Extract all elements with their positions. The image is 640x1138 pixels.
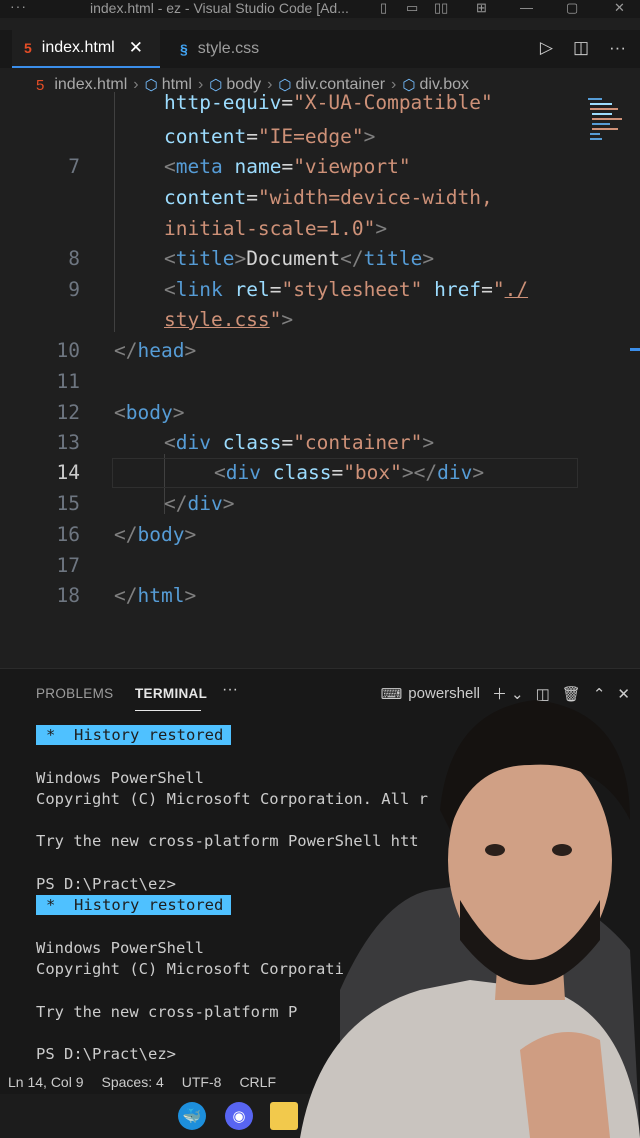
code-line: style.css">	[164, 308, 294, 331]
file-explorer-icon[interactable]	[270, 1102, 298, 1130]
code-line: initial-scale=1.0">	[164, 217, 388, 240]
code-line: content="IE=edge">	[164, 125, 376, 148]
window-title: index.html - ez - Visual Studio Code [Ad…	[90, 0, 349, 16]
split-editor-icon[interactable]: ◫	[573, 38, 589, 58]
eye-right	[552, 844, 572, 856]
css-icon: §	[180, 41, 188, 57]
history-badge: * History restored	[36, 725, 232, 745]
tab-terminal[interactable]: TERMINAL	[135, 686, 207, 701]
tab-label: index.html	[41, 39, 115, 56]
tab-index-html[interactable]: 5 index.html ✕	[12, 30, 160, 68]
split-layout-icon[interactable]: ▯▯	[434, 0, 448, 16]
history-badge: * History restored	[36, 895, 232, 916]
more-icon[interactable]: ···	[222, 681, 238, 699]
eol-setting[interactable]: CRLF	[239, 1074, 276, 1090]
code-line: 13 <div class="container">	[56, 431, 435, 454]
title-bar: ··· index.html - ez - Visual Studio Code…	[0, 0, 640, 18]
minimap[interactable]	[588, 98, 628, 148]
tab-style-css[interactable]: § style.css	[168, 30, 318, 68]
minimize-button[interactable]: —	[520, 0, 533, 16]
indentation-setting[interactable]: Spaces: 4	[102, 1074, 164, 1090]
code-line: 7 <meta name="viewport"	[68, 155, 411, 178]
toggle-panel-icon[interactable]: ▭	[406, 0, 418, 16]
html5-icon: 5	[24, 40, 32, 56]
code-line: 14 <div class="box"></div>	[56, 461, 485, 484]
more-actions-icon[interactable]: ···	[609, 38, 626, 58]
scroll-position-marker	[630, 348, 640, 351]
run-icon[interactable]: ▷	[540, 38, 553, 58]
encoding-setting[interactable]: UTF-8	[182, 1074, 222, 1090]
tab-label: style.css	[197, 40, 260, 57]
webcam-overlay	[300, 700, 640, 1138]
code-line: 17	[56, 554, 80, 577]
editor-actions: ▷ ◫ ···	[540, 38, 640, 58]
code-line: 8 <title>Document</title>	[68, 247, 435, 270]
maximize-button[interactable]: ▢	[566, 0, 578, 16]
code-line: 10 </head>	[56, 339, 197, 362]
code-line: 16 </body>	[56, 523, 197, 546]
close-window-button[interactable]: ✕	[614, 0, 625, 16]
code-line: 9 <link rel="stylesheet" href="./	[68, 278, 529, 301]
code-line: 15 </div>	[56, 492, 235, 515]
hand	[520, 1032, 610, 1138]
eye-left	[485, 844, 505, 856]
customize-layout-icon[interactable]: ⊞	[476, 0, 487, 16]
active-tab-indicator	[135, 710, 201, 711]
code-line: 18 </html>	[56, 584, 197, 607]
discord-icon[interactable]: ◉	[225, 1102, 253, 1130]
code-line: 12 <body>	[56, 401, 185, 424]
code-editor[interactable]: http-equiv="X-UA-Compatible" content="IE…	[0, 91, 640, 652]
toggle-sidebar-icon[interactable]: ▯	[380, 0, 387, 16]
tab-problems[interactable]: PROBLEMS	[36, 686, 113, 701]
cursor-position[interactable]: Ln 14, Col 9	[8, 1074, 84, 1090]
code-line: http-equiv="X-UA-Compatible"	[164, 91, 493, 114]
menu-dots-icon[interactable]: ···	[10, 0, 27, 14]
code-line: content="width=device-width,	[164, 186, 493, 209]
close-icon[interactable]: ✕	[129, 38, 143, 58]
docker-icon[interactable]: 🐳	[178, 1102, 206, 1130]
code-line: 11	[56, 370, 80, 393]
html5-icon: 5	[36, 76, 45, 94]
